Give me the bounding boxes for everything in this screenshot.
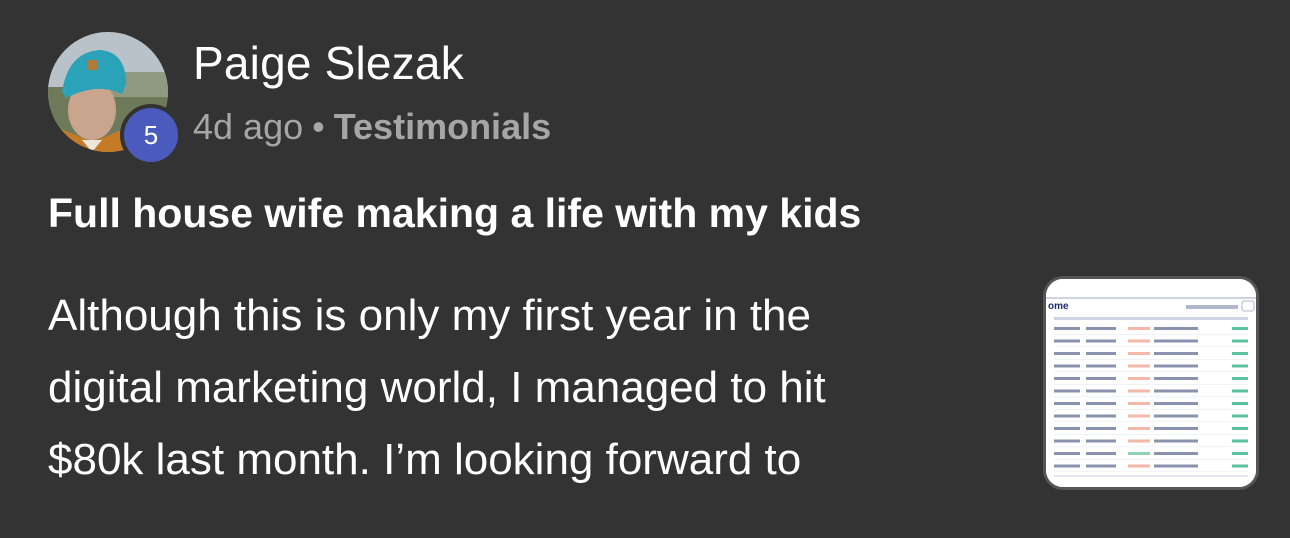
thumbnail-table-cell — [1232, 327, 1248, 330]
thumbnail-table-cell — [1128, 464, 1150, 468]
thumbnail-table-cell — [1154, 414, 1198, 418]
post-time: 4d ago — [193, 106, 304, 147]
thumbnail-table-cell — [1154, 439, 1198, 443]
thumbnail-table-cell — [1128, 414, 1150, 418]
thumbnail-table-divider — [1054, 409, 1248, 410]
thumbnail-table-cell — [1054, 339, 1080, 343]
post-body[interactable]: Although this is only my first year in t… — [48, 280, 948, 496]
thumbnail-table-cell — [1154, 352, 1198, 355]
thumbnail-table-cell — [1232, 427, 1248, 430]
post-card[interactable]: 5 Paige Slezak 4d ago • Testimonials Ful… — [0, 0, 1290, 538]
thumbnail-table-cell — [1232, 364, 1248, 368]
thumbnail-table-cell — [1154, 427, 1198, 430]
thumbnail-table-cell — [1054, 414, 1080, 418]
thumbnail-table-cell — [1232, 339, 1248, 343]
thumbnail-table-cell — [1086, 339, 1116, 343]
thumbnail-table-cell — [1128, 327, 1150, 330]
thumbnail-table-cell — [1054, 352, 1080, 355]
thumbnail-table-cell — [1154, 339, 1198, 343]
thumbnail-table-cell — [1128, 402, 1150, 405]
sales-table-screenshot-icon: ome — [1046, 279, 1256, 487]
thumbnail-table-cell — [1154, 389, 1198, 393]
thumbnail-table-cell — [1154, 364, 1198, 368]
thumbnail-header: ome — [1048, 301, 1069, 312]
thumbnail-table-cell — [1128, 364, 1150, 368]
thumbnail-table-cell — [1128, 452, 1150, 455]
thumbnail-table-cell — [1232, 377, 1248, 380]
thumbnail-table-divider — [1054, 459, 1248, 460]
thumbnail-table-cell — [1086, 439, 1116, 443]
thumbnail-table-cell — [1054, 439, 1080, 443]
thumbnail-table-divider — [1054, 434, 1248, 435]
thumbnail-table-divider — [1054, 346, 1248, 348]
meta-separator: • — [312, 106, 325, 147]
thumbnail-table-cell — [1086, 352, 1116, 355]
thumbnail-table-cell — [1054, 327, 1080, 330]
thumbnail-table-cell — [1128, 352, 1150, 355]
thumbnail-table-cell — [1054, 464, 1080, 468]
thumbnail-table-cell — [1054, 427, 1080, 430]
post-body-line: Although this is only my first year in t… — [48, 291, 811, 340]
thumbnail-table-cell — [1154, 402, 1198, 405]
thumbnail-table-cell — [1128, 389, 1150, 393]
thumbnail-table-cell — [1054, 389, 1080, 393]
thumbnail-table-cell — [1154, 327, 1198, 330]
thumbnail-table-divider — [1054, 359, 1248, 360]
thumbnail-table-divider — [1054, 446, 1248, 448]
thumbnail-table-divider — [1054, 471, 1248, 473]
thumbnail-table-cell — [1232, 439, 1248, 443]
thumbnail-table-cell — [1086, 452, 1116, 455]
thumbnail-table-cell — [1128, 377, 1150, 380]
thumbnail-table-cell — [1086, 414, 1116, 418]
thumbnail-table-cell — [1086, 402, 1116, 405]
thumbnail-table-cell — [1086, 377, 1116, 380]
thumbnail-table-cell — [1232, 389, 1248, 393]
thumbnail-table-cell — [1054, 452, 1080, 455]
thumbnail-table-cell — [1054, 377, 1080, 380]
thumbnail-table-cell — [1154, 452, 1198, 455]
thumbnail-table-cell — [1054, 402, 1080, 405]
thumbnail-table-header — [1054, 317, 1248, 320]
thumbnail-table-cell — [1154, 377, 1198, 380]
level-badge: 5 — [120, 104, 182, 166]
post-category[interactable]: Testimonials — [334, 106, 551, 148]
thumbnail-table-cell — [1086, 427, 1116, 430]
thumbnail-table-divider — [1054, 384, 1248, 385]
thumbnail-table-cell — [1232, 452, 1248, 455]
post-meta: 4d ago • Testimonials — [193, 106, 551, 148]
thumbnail-table-divider — [1054, 334, 1248, 335]
thumbnail-table-divider — [1054, 371, 1248, 373]
thumbnail-table-cell — [1086, 389, 1116, 393]
post-title[interactable]: Full house wife making a life with my ki… — [48, 190, 861, 237]
thumbnail-table-cell — [1128, 427, 1150, 430]
thumbnail-table-cell — [1232, 352, 1248, 355]
thumbnail-table-cell — [1128, 439, 1150, 443]
post-thumbnail[interactable]: ome — [1043, 276, 1259, 490]
thumbnail-table-cell — [1154, 464, 1198, 468]
thumbnail-table-cell — [1086, 364, 1116, 368]
author-name[interactable]: Paige Slezak — [193, 36, 464, 90]
thumbnail-table-divider — [1054, 421, 1248, 423]
thumbnail-table-cell — [1232, 414, 1248, 418]
thumbnail-table-cell — [1086, 464, 1116, 468]
thumbnail-table-cell — [1054, 364, 1080, 368]
thumbnail-table-divider — [1054, 396, 1248, 398]
post-body-line: digital marketing world, I managed to hi… — [48, 363, 826, 412]
post-body-line: $80k last month. I’m looking forward to — [48, 435, 802, 484]
thumbnail-table-cell — [1232, 402, 1248, 405]
thumbnail-table-cell — [1128, 339, 1150, 343]
thumbnail-table-cell — [1232, 464, 1248, 468]
thumbnail-table-cell — [1086, 327, 1116, 330]
